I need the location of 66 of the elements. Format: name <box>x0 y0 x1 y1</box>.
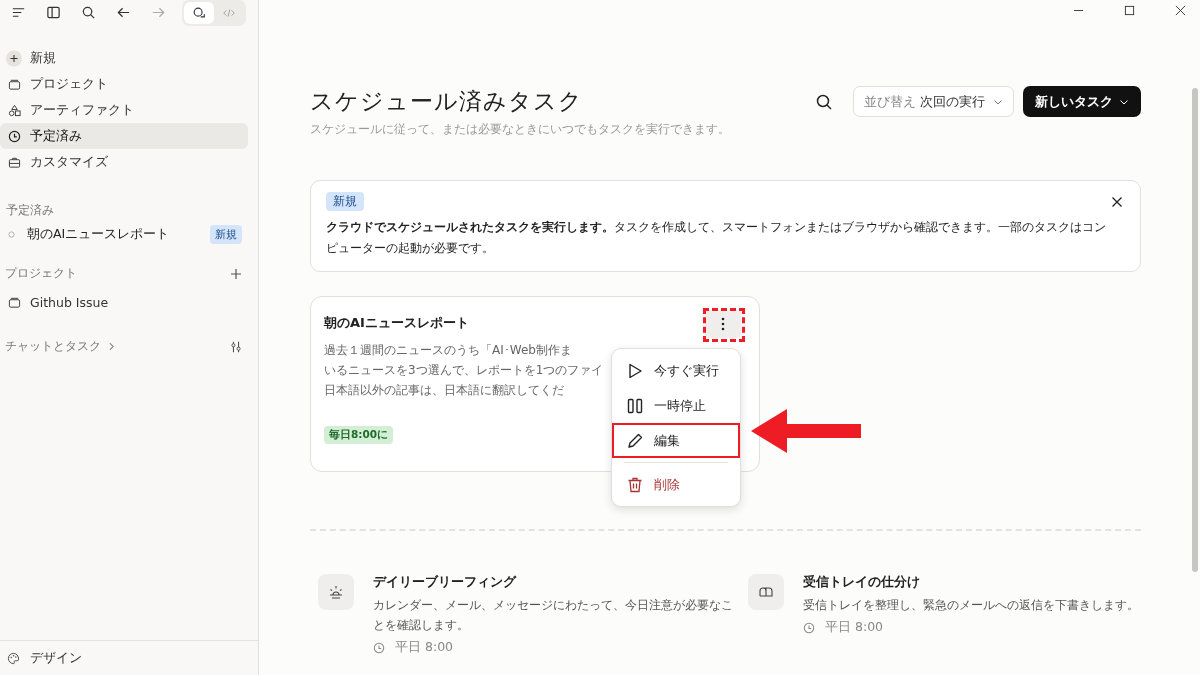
sidebar-toggle-icon[interactable] <box>46 5 61 20</box>
menu-item[interactable]: 一時停止 <box>612 388 740 423</box>
folder-icon <box>7 295 21 309</box>
page-subtitle: スケジュールに従って、または必要なときにいつでもタスクを実行できます。 <box>310 121 731 138</box>
sidebar-nav-item[interactable]: カスタマイズ <box>0 149 248 175</box>
clock-icon <box>803 621 815 634</box>
vertical-dots-icon <box>721 317 725 331</box>
shapes-icon <box>7 103 21 117</box>
highlight-annotation <box>703 308 745 342</box>
menu-item[interactable]: 今すぐ実行 <box>612 353 740 388</box>
template-schedule: 平日 8:00 <box>395 639 454 656</box>
play-icon <box>626 361 644 380</box>
more-options-button[interactable] <box>705 310 741 338</box>
sunrise-icon <box>327 583 345 601</box>
chat-bubble-icon <box>192 5 206 20</box>
palette-icon <box>7 651 20 665</box>
page-title: スケジュール済みタスク <box>310 87 584 116</box>
search-icon[interactable] <box>815 92 833 111</box>
template-title: 受信トレイの仕分け <box>803 574 921 591</box>
task-description: 日本語以外の記事は、日本語に翻訳してくだ <box>324 382 564 399</box>
chat-mode-button[interactable] <box>184 1 214 24</box>
notice-text: クラウドでスケジュールされたタスクを実行します。タスクを作成して、スマートフォンまたはブラウザから確認できます。一部のタスクはコンピューターの起動が必要です。 <box>326 219 1107 257</box>
folder-icon <box>7 77 21 91</box>
task-description: いるニュースを3つ選んで、レポートを1つのファイ <box>324 362 604 379</box>
circle-icon <box>8 230 15 238</box>
sidebar-nav-item[interactable]: アーティファクト <box>0 97 248 123</box>
pencil-icon <box>626 431 644 450</box>
task-description: 過去１週間のニュースのうち「AI･Web制作ま <box>324 342 572 359</box>
sidebar-nav-item[interactable]: 新規 <box>0 45 248 71</box>
design-item[interactable]: デザイン <box>0 640 258 675</box>
new-badge: 新規 <box>210 224 242 244</box>
plus-icon <box>6 49 22 67</box>
scrollbar[interactable] <box>1192 88 1198 572</box>
sidebar-nav-item[interactable]: 予定済み <box>0 123 248 149</box>
template-item[interactable]: 受信トレイの仕分け 受信トレイを整理し、緊急のメールへの返信を下書きします。 平日 8:00 <box>740 574 1140 656</box>
pause-icon <box>626 396 644 415</box>
task-title: 朝のAIニュースレポート <box>324 314 469 332</box>
menu-item[interactable]: 編集 <box>612 423 740 458</box>
sidebar-nav-item[interactable]: プロジェクト <box>0 71 248 97</box>
project-item[interactable]: Github Issue <box>0 289 248 315</box>
section-heading: 予定済み <box>6 203 55 218</box>
scheduled-task-item[interactable]: 朝のAIニュースレポート 新規 <box>8 220 242 248</box>
new-badge: 新規 <box>326 192 364 211</box>
new-task-button[interactable]: 新しいタスク <box>1023 86 1141 117</box>
search-icon[interactable] <box>81 5 96 20</box>
chevron-right-icon[interactable] <box>107 342 116 351</box>
template-schedule: 平日 8:00 <box>825 619 884 636</box>
filter-sliders-icon[interactable] <box>230 340 242 353</box>
schedule-badge: 毎日8:00に <box>324 426 394 444</box>
template-item[interactable]: デイリーブリーフィング カレンダー、メール、メッセージにわたって、今日注意が必要なことを確認します。 平日 8:00 <box>310 574 740 656</box>
back-arrow-icon[interactable] <box>116 5 131 20</box>
section-heading[interactable]: チャットとタスク <box>5 339 101 354</box>
clock-icon <box>7 129 21 143</box>
trash-icon <box>626 475 644 494</box>
close-icon[interactable] <box>1111 195 1123 208</box>
template-description: カレンダー、メール、メッセージにわたって、今日注意が必要なことを確認します。 <box>373 597 734 634</box>
clock-icon <box>373 641 385 654</box>
template-title: デイリーブリーフィング <box>373 574 518 591</box>
sort-dropdown[interactable]: 並び替え 次回の実行 <box>853 86 1014 117</box>
close-icon[interactable] <box>1175 5 1186 16</box>
menu-icon[interactable] <box>11 5 26 20</box>
section-heading: プロジェクト <box>5 266 78 281</box>
template-description: 受信トレイを整理し、緊急のメールへの返信を下書きします。 <box>803 597 1139 614</box>
maximize-icon[interactable] <box>1124 5 1135 16</box>
briefcase-icon <box>7 155 21 169</box>
add-project-icon[interactable] <box>230 267 242 280</box>
